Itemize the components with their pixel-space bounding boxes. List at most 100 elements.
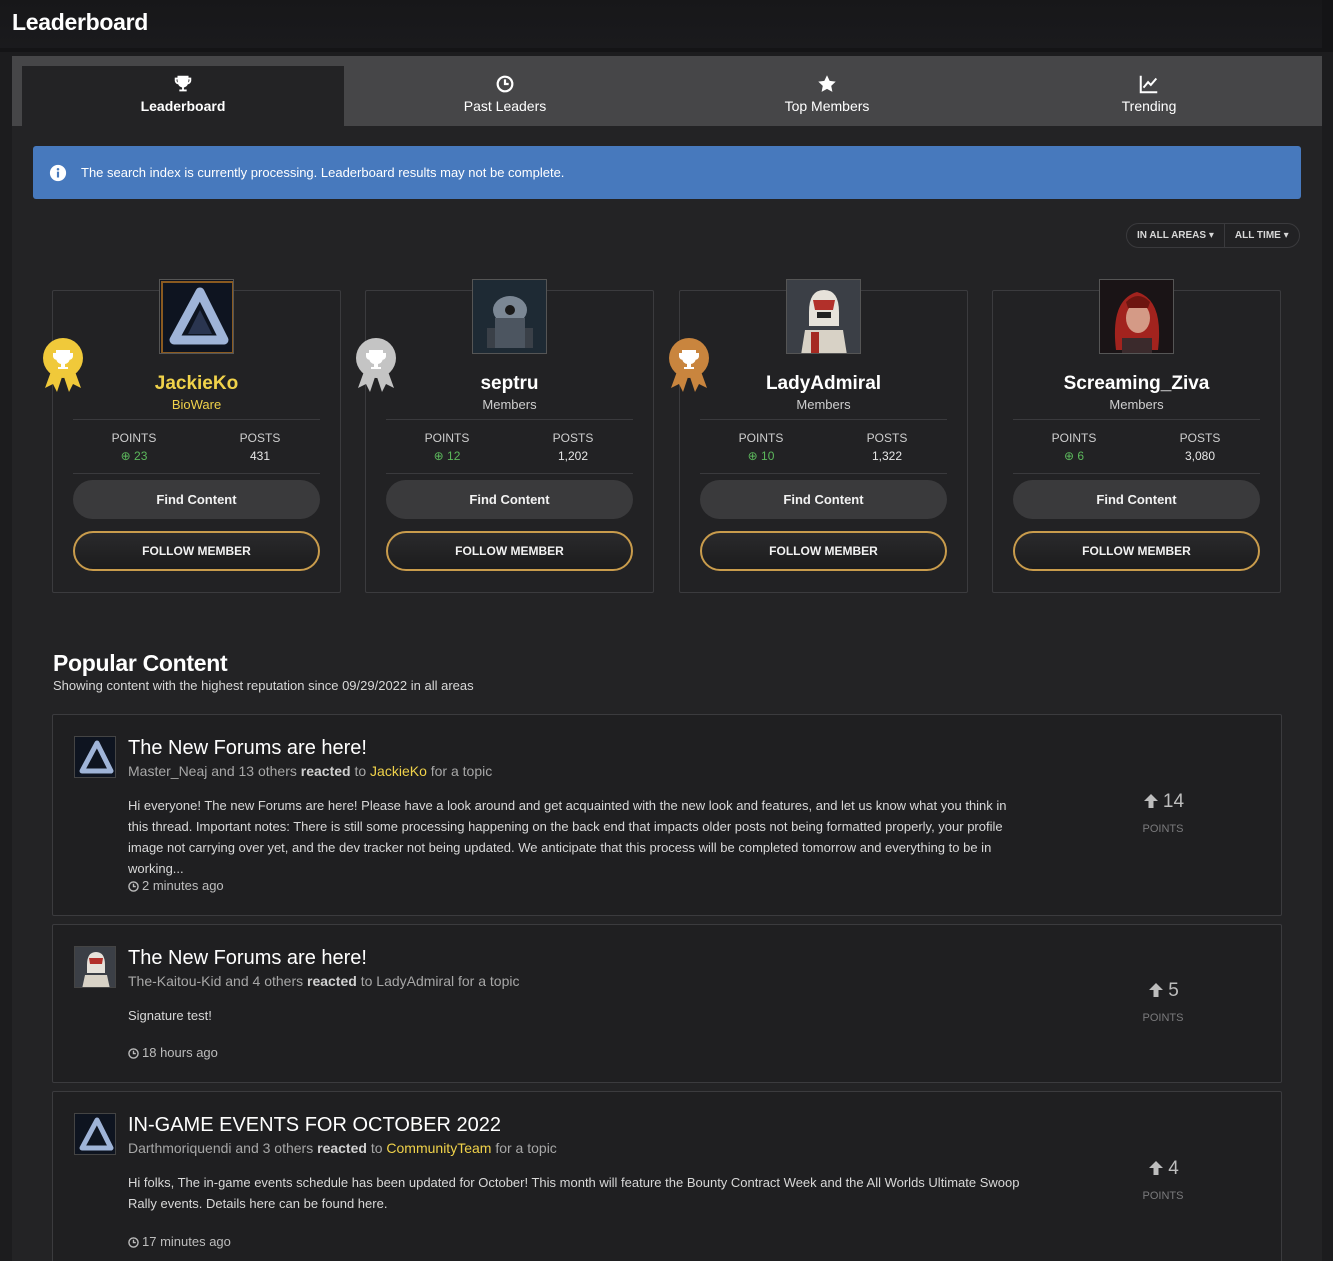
time-text: 2 minutes ago bbox=[142, 878, 224, 893]
divider bbox=[386, 473, 633, 474]
posts-value: 1,202 bbox=[557, 449, 589, 463]
popular-content-title: Popular Content bbox=[53, 650, 228, 676]
points-number: 10 bbox=[761, 449, 775, 463]
popular-post: The New Forums are here! Master_Neaj and… bbox=[52, 714, 1282, 916]
avatar[interactable] bbox=[472, 279, 547, 354]
droid-avatar bbox=[473, 280, 546, 353]
post-time: 2 minutes ago bbox=[128, 878, 224, 893]
search-index-alert: The search index is currently processing… bbox=[33, 146, 1301, 199]
time-text: 17 minutes ago bbox=[142, 1234, 231, 1249]
avatar[interactable] bbox=[74, 1113, 116, 1155]
clock-icon bbox=[496, 75, 514, 93]
points-number: 12 bbox=[447, 449, 461, 463]
plus-circle-icon: ⊕ bbox=[120, 449, 131, 463]
post-time: 18 hours ago bbox=[128, 1045, 218, 1060]
points-label: POINTS bbox=[111, 431, 157, 445]
tab-leaderboard[interactable]: Leaderboard bbox=[22, 66, 344, 126]
score-number: 14 bbox=[1162, 791, 1185, 812]
divider bbox=[700, 419, 947, 420]
leader-name[interactable]: JackieKo bbox=[53, 373, 340, 395]
time-text: 18 hours ago bbox=[142, 1045, 218, 1060]
leader-name[interactable]: Screaming_Ziva bbox=[993, 373, 1280, 395]
reactors-link[interactable]: Master_Neaj and 13 others bbox=[128, 763, 297, 779]
posts-label: POSTS bbox=[552, 431, 594, 445]
tab-top-members[interactable]: Top Members bbox=[666, 66, 988, 126]
leader-group: Members bbox=[1109, 397, 1164, 412]
points-value: ⊕ 6 bbox=[1019, 449, 1129, 463]
post-excerpt: Signature test! bbox=[128, 1008, 212, 1023]
reputation-score: 14 POINTS bbox=[1123, 791, 1203, 835]
posts-label: POSTS bbox=[239, 431, 281, 445]
follow-member-button[interactable]: FOLLOW MEMBER bbox=[1013, 531, 1260, 571]
plus-circle-icon: ⊕ bbox=[747, 449, 758, 463]
leaderboard-panel: Leaderboard Past Leaders Top Members Tre… bbox=[12, 56, 1322, 1261]
line-chart-icon bbox=[1139, 75, 1158, 94]
avatar[interactable] bbox=[159, 279, 234, 354]
arrow-up-icon bbox=[1143, 794, 1158, 808]
divider bbox=[73, 419, 320, 420]
trooper-avatar bbox=[787, 280, 860, 353]
meta-suffix: for a topic bbox=[430, 763, 493, 779]
avatar[interactable] bbox=[74, 736, 116, 778]
triangle-logo-avatar bbox=[75, 1114, 115, 1154]
popular-post: IN-GAME EVENTS FOR OCTOBER 2022 Darthmor… bbox=[52, 1091, 1282, 1261]
trooper-avatar bbox=[75, 947, 115, 987]
find-content-button[interactable]: Find Content bbox=[73, 480, 320, 519]
leader-group: BioWare bbox=[171, 397, 222, 412]
arrow-up-icon bbox=[1149, 983, 1164, 997]
points-number: 6 bbox=[1077, 449, 1085, 463]
leader-name[interactable]: septru bbox=[366, 373, 653, 395]
leader-group: Members bbox=[796, 397, 851, 412]
post-title-link[interactable]: IN-GAME EVENTS FOR OCTOBER 2022 bbox=[128, 1114, 501, 1137]
popular-content-subtitle: Showing content with the highest reputat… bbox=[53, 678, 474, 693]
reactors-link[interactable]: Darthmoriquendi and 3 others bbox=[128, 1140, 313, 1156]
posts-value: 1,322 bbox=[871, 449, 903, 463]
silver-trophy-badge bbox=[354, 336, 398, 394]
avatar[interactable] bbox=[74, 946, 116, 988]
post-title-link[interactable]: The New Forums are here! bbox=[128, 947, 367, 970]
points-stat: POINTS ⊕ 6 bbox=[1019, 431, 1129, 463]
author-link[interactable]: JackieKo bbox=[370, 763, 427, 779]
post-title-link[interactable]: The New Forums are here! bbox=[128, 737, 367, 760]
tab-label: Top Members bbox=[784, 98, 870, 114]
points-stat: POINTS ⊕ 12 bbox=[392, 431, 502, 463]
find-content-button[interactable]: Find Content bbox=[700, 480, 947, 519]
tab-past-leaders[interactable]: Past Leaders bbox=[344, 66, 666, 126]
divider bbox=[700, 473, 947, 474]
tab-trending[interactable]: Trending bbox=[988, 66, 1310, 126]
score-label: POINTS bbox=[1142, 1012, 1184, 1024]
points-number: 23 bbox=[134, 449, 148, 463]
avatar[interactable] bbox=[1099, 279, 1174, 354]
meta-suffix: for a topic bbox=[495, 1140, 557, 1156]
leader-name[interactable]: LadyAdmiral bbox=[680, 373, 967, 395]
reactors-link[interactable]: The-Kaitou-Kid and 4 others bbox=[128, 973, 303, 989]
find-content-button[interactable]: Find Content bbox=[386, 480, 633, 519]
star-icon bbox=[818, 75, 836, 92]
area-filter-dropdown[interactable]: IN ALL AREAS ▾ bbox=[1127, 224, 1224, 247]
avatar[interactable] bbox=[786, 279, 861, 354]
score-label: POINTS bbox=[1142, 823, 1184, 835]
author-link[interactable]: LadyAdmiral bbox=[376, 973, 454, 989]
posts-label: POSTS bbox=[866, 431, 908, 445]
score-value: 5 bbox=[1147, 980, 1179, 1001]
caret-down-icon: ▾ bbox=[1283, 230, 1289, 241]
red-hair-character-avatar bbox=[1100, 280, 1173, 353]
time-filter-dropdown[interactable]: ALL TIME ▾ bbox=[1223, 224, 1299, 247]
points-label: POINTS bbox=[424, 431, 470, 445]
reacted-text: reacted bbox=[307, 973, 357, 989]
leader-group: Members bbox=[482, 397, 537, 412]
divider bbox=[386, 419, 633, 420]
author-link[interactable]: CommunityTeam bbox=[386, 1140, 491, 1156]
plus-circle-icon: ⊕ bbox=[433, 449, 444, 463]
score-value: 14 bbox=[1142, 791, 1184, 812]
follow-member-button[interactable]: FOLLOW MEMBER bbox=[73, 531, 320, 571]
post-meta: The-Kaitou-Kid and 4 others reacted to L… bbox=[128, 973, 519, 989]
follow-member-button[interactable]: FOLLOW MEMBER bbox=[386, 531, 633, 571]
follow-member-button[interactable]: FOLLOW MEMBER bbox=[700, 531, 947, 571]
find-content-button[interactable]: Find Content bbox=[1013, 480, 1260, 519]
points-stat: POINTS ⊕ 10 bbox=[706, 431, 816, 463]
points-value: ⊕ 10 bbox=[706, 449, 816, 463]
tab-label: Trending bbox=[1121, 98, 1177, 114]
post-meta: Darthmoriquendi and 3 others reacted to … bbox=[128, 1140, 557, 1156]
to-text: to bbox=[354, 763, 367, 779]
